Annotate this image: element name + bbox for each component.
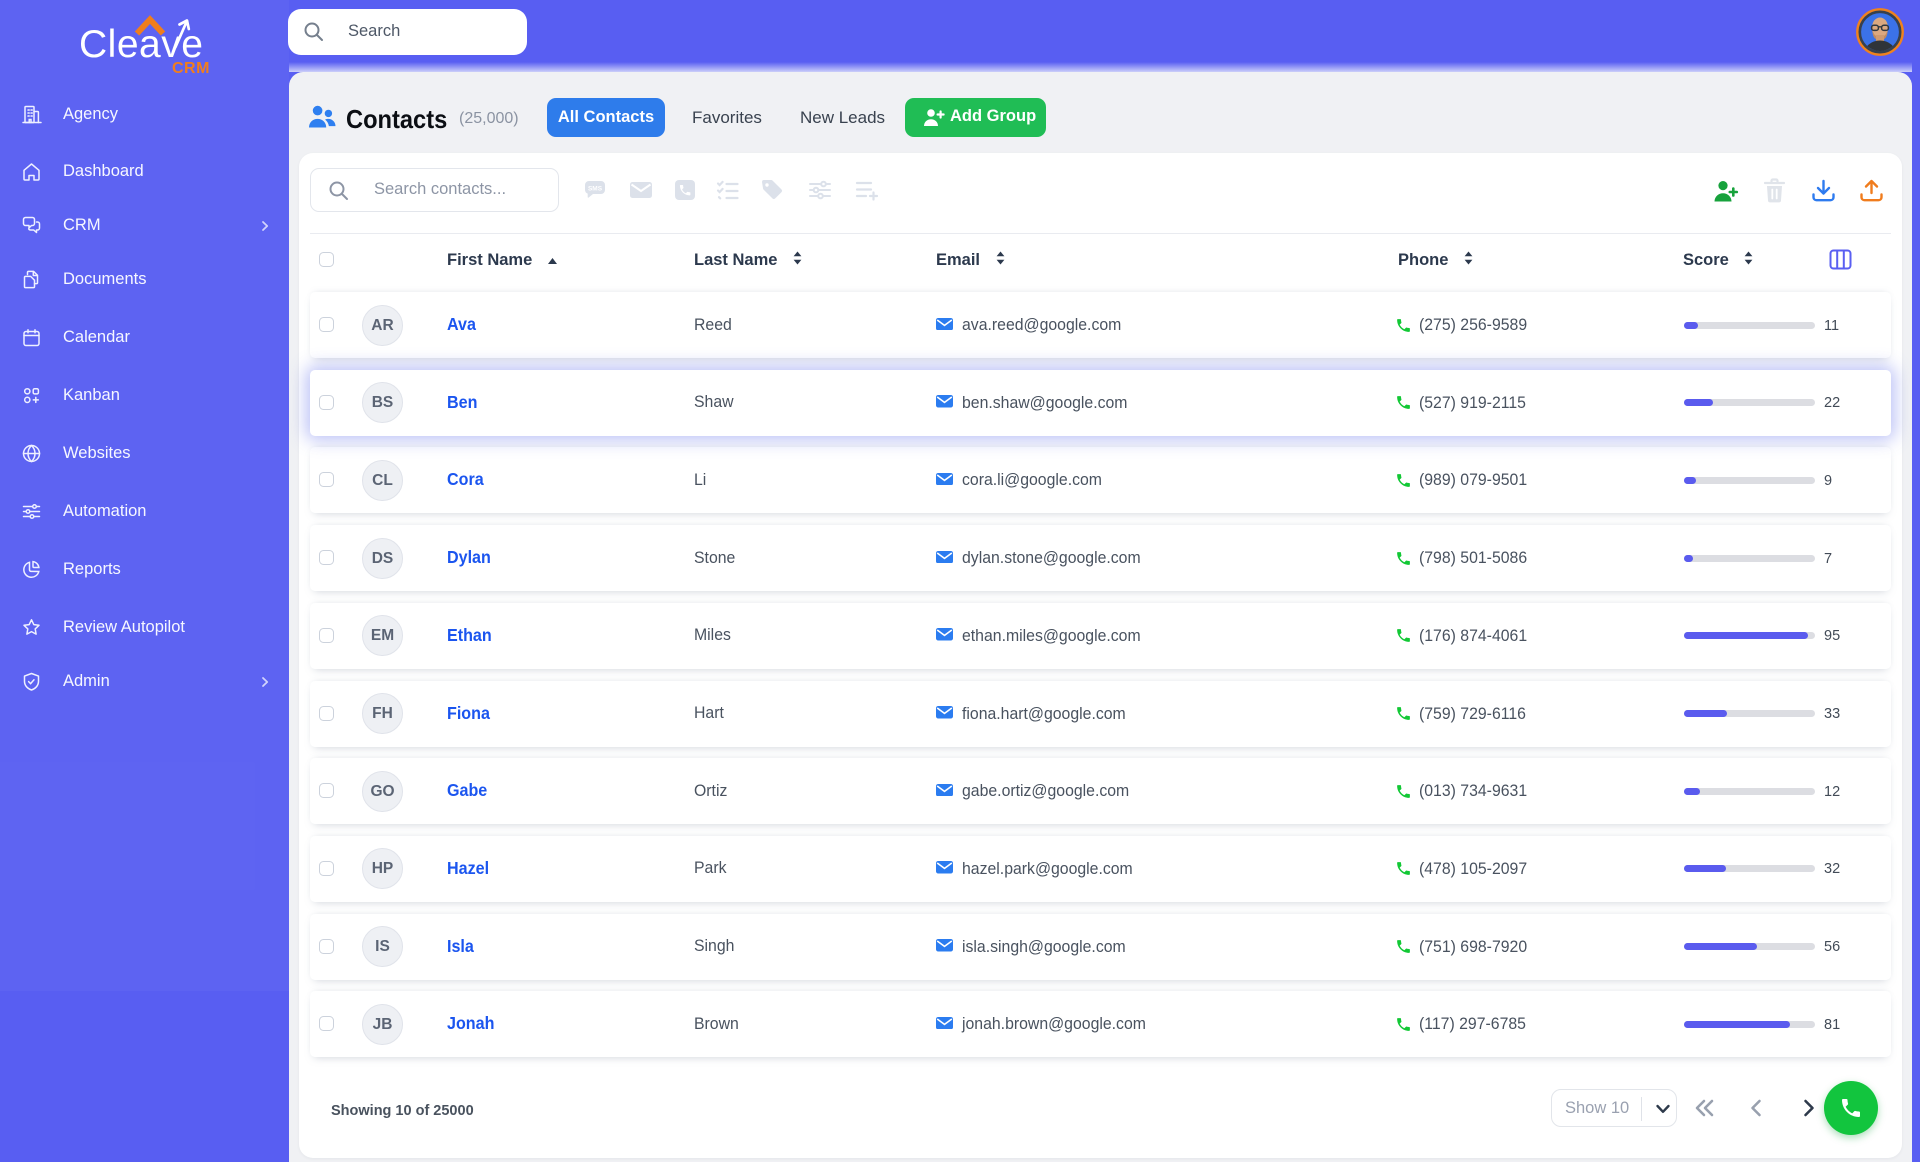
svg-text:SMS: SMS (588, 186, 603, 193)
